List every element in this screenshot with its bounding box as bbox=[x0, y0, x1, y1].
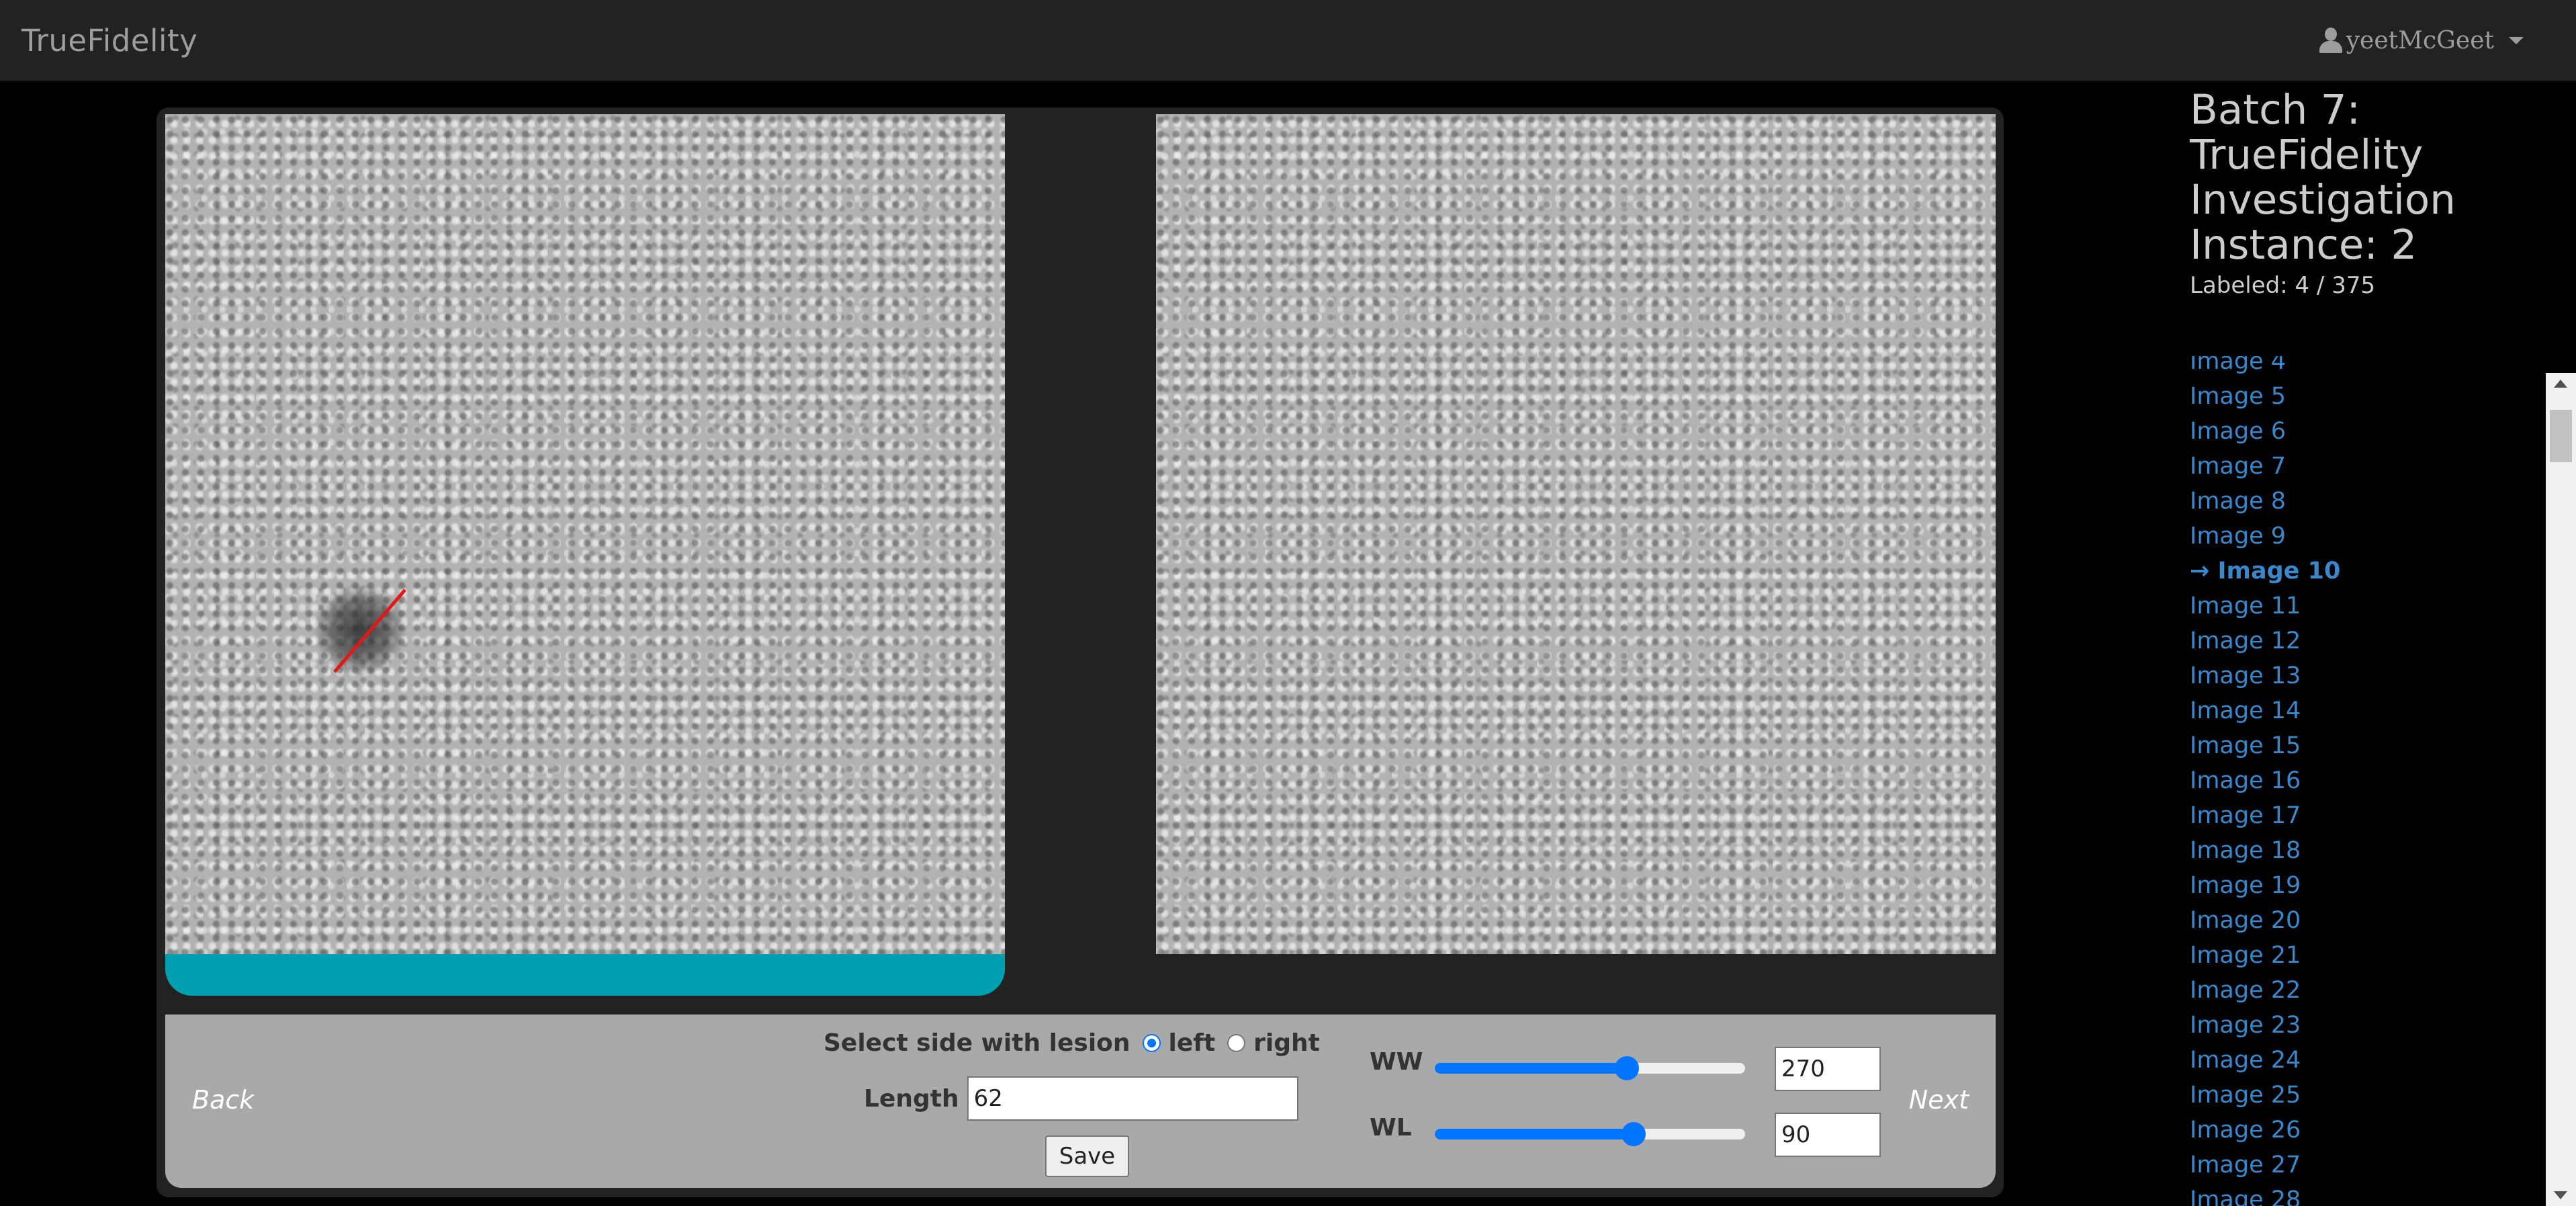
image-list-item[interactable]: Image 9 bbox=[2190, 519, 2340, 554]
image-list-item[interactable]: Image 25 bbox=[2190, 1078, 2340, 1113]
image-list-item[interactable]: → Image 10 bbox=[2190, 554, 2340, 589]
image-list-item[interactable]: Image 20 bbox=[2190, 903, 2340, 938]
image-list-item[interactable]: Image 18 bbox=[2190, 833, 2340, 868]
measurement-line[interactable] bbox=[165, 114, 1005, 954]
image-viewer: Back Select side with lesion left right … bbox=[157, 107, 2004, 1197]
image-list-item[interactable]: Image 8 bbox=[2190, 484, 2340, 519]
left-image-panel[interactable] bbox=[165, 114, 1005, 954]
scrollbar[interactable] bbox=[2546, 373, 2576, 1206]
right-radio-label[interactable]: right bbox=[1253, 1029, 1320, 1057]
image-list-item[interactable]: Image 28 bbox=[2190, 1182, 2340, 1206]
right-radio[interactable] bbox=[1227, 1034, 1246, 1052]
left-radio[interactable] bbox=[1142, 1034, 1161, 1052]
batch-title-line: Batch 7: bbox=[2190, 86, 2361, 134]
image-list-item[interactable]: Image 17 bbox=[2190, 798, 2340, 833]
image-list-item[interactable]: Image 21 bbox=[2190, 938, 2340, 973]
batch-title: Batch 7: TrueFidelity Investigation Inst… bbox=[2190, 87, 2539, 267]
image-list-item[interactable]: Image 11 bbox=[2190, 589, 2340, 623]
image-list-item[interactable]: Image 13 bbox=[2190, 658, 2340, 693]
ww-input[interactable]: 270 bbox=[1775, 1047, 1881, 1091]
right-image-panel[interactable] bbox=[1156, 114, 1996, 954]
image-list-item[interactable]: Image 22 bbox=[2190, 973, 2340, 1008]
selected-side-indicator bbox=[165, 954, 1005, 996]
image-list-item[interactable]: Image 19 bbox=[2190, 868, 2340, 903]
labeled-count: Labeled: 4 / 375 bbox=[2190, 272, 2376, 299]
length-input[interactable]: 62 bbox=[967, 1076, 1298, 1121]
user-icon bbox=[2318, 27, 2344, 54]
image-list-item[interactable]: Image 15 bbox=[2190, 728, 2340, 763]
lesion-side-selector: Select side with lesion left right bbox=[824, 1029, 1320, 1057]
batch-title-line: Instance: 2 bbox=[2190, 221, 2417, 269]
save-button[interactable]: Save bbox=[1045, 1135, 1129, 1177]
image-list-item[interactable]: Image 27 bbox=[2190, 1148, 2340, 1182]
caret-down-icon bbox=[2509, 37, 2524, 44]
scroll-up-arrow-icon[interactable] bbox=[2554, 380, 2567, 388]
image-list-item[interactable]: Image 26 bbox=[2190, 1113, 2340, 1148]
wl-input[interactable]: 90 bbox=[1775, 1113, 1881, 1157]
length-label: Length bbox=[864, 1084, 959, 1113]
ww-label: WW bbox=[1370, 1048, 1423, 1076]
image-list-item[interactable]: Image 23 bbox=[2190, 1008, 2340, 1043]
controls-panel: Back Select side with lesion left right … bbox=[165, 1015, 1996, 1188]
batch-title-line: Investigation bbox=[2190, 176, 2456, 224]
image-list-item[interactable]: Image 16 bbox=[2190, 763, 2340, 798]
wl-slider[interactable] bbox=[1435, 1122, 1745, 1146]
ww-slider-fill bbox=[1435, 1063, 1628, 1074]
image-list-item[interactable]: Image 6 bbox=[2190, 414, 2340, 449]
wl-label: WL bbox=[1370, 1114, 1412, 1142]
wl-slider-thumb[interactable] bbox=[1621, 1122, 1646, 1146]
next-link[interactable]: Next bbox=[1909, 1085, 1969, 1115]
navbar: TrueFidelity yeetMcGeet bbox=[0, 0, 2576, 82]
wl-slider-fill bbox=[1435, 1129, 1634, 1139]
length-row: Length 62 bbox=[864, 1076, 1298, 1121]
batch-title-line: TrueFidelity bbox=[2190, 131, 2424, 179]
left-radio-label[interactable]: left bbox=[1169, 1029, 1216, 1057]
select-side-label: Select side with lesion bbox=[824, 1029, 1130, 1057]
image-list-item[interactable]: Image 24 bbox=[2190, 1043, 2340, 1078]
scroll-thumb[interactable] bbox=[2550, 410, 2572, 462]
image-list-item[interactable]: Image 5 bbox=[2190, 379, 2340, 414]
image-list-item[interactable]: Image 14 bbox=[2190, 693, 2340, 728]
brand-link[interactable]: TrueFidelity bbox=[21, 23, 197, 58]
user-name: yeetMcGeet bbox=[2346, 27, 2494, 54]
image-list-item[interactable]: Image 4 bbox=[2190, 356, 2340, 379]
image-list: Image 4 Image 5 Image 6 Image 7 Image 8 Image… bbox=[2190, 356, 2539, 1206]
back-link[interactable]: Back bbox=[192, 1085, 254, 1115]
image-list-item[interactable]: Image 12 bbox=[2190, 623, 2340, 658]
user-menu-dropdown[interactable]: yeetMcGeet bbox=[2318, 27, 2524, 54]
ww-slider[interactable] bbox=[1435, 1056, 1745, 1080]
ww-slider-thumb[interactable] bbox=[1615, 1056, 1640, 1080]
image-list-item[interactable]: Image 7 bbox=[2190, 449, 2340, 484]
scroll-down-arrow-icon[interactable] bbox=[2554, 1191, 2567, 1199]
